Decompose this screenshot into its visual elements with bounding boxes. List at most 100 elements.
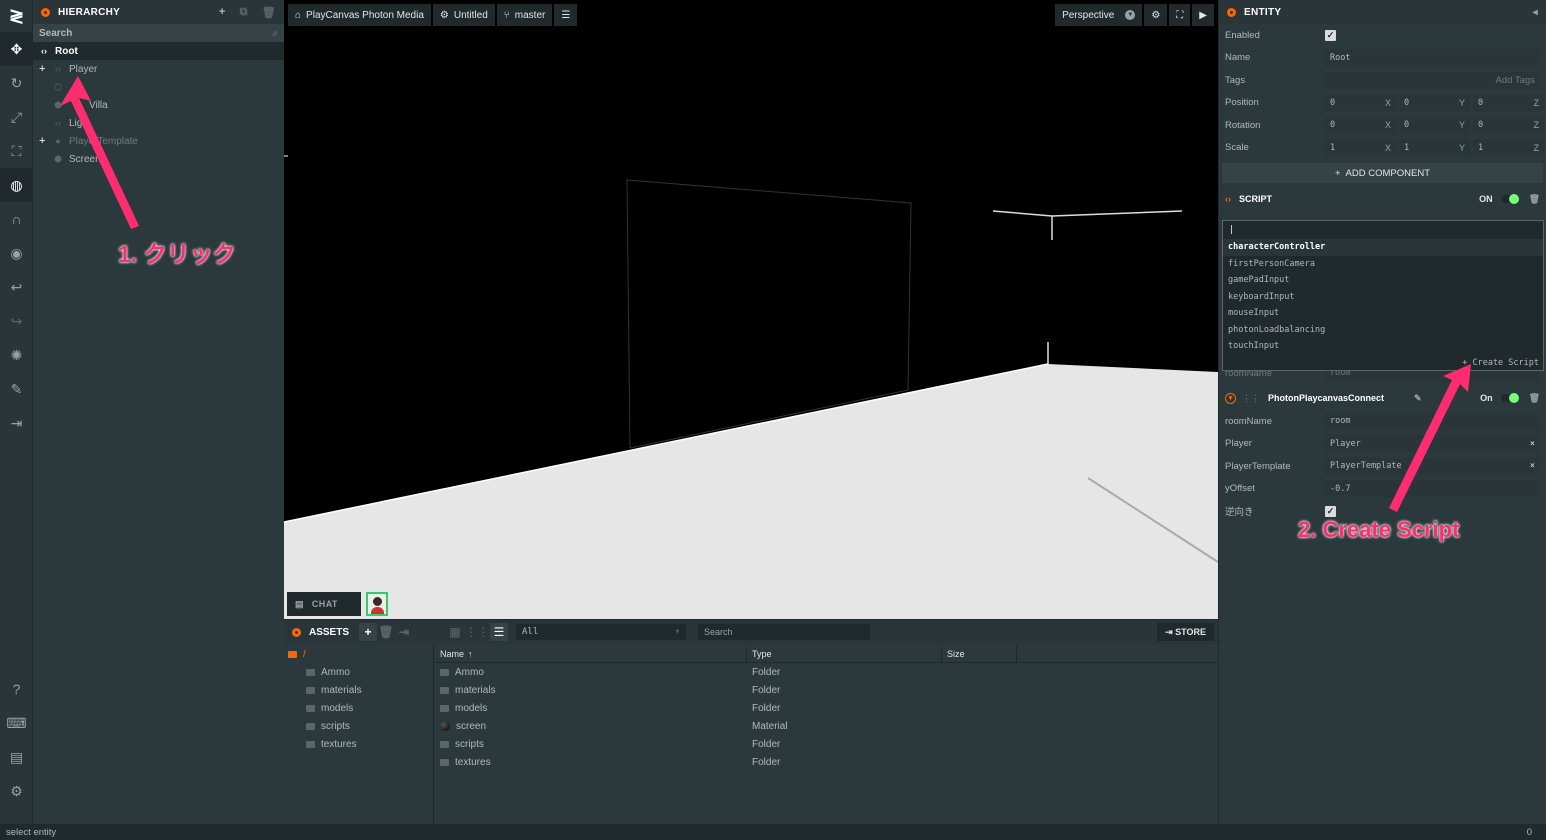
- magnet-icon[interactable]: ∩: [0, 202, 33, 236]
- edit-icon[interactable]: ✎: [0, 372, 33, 406]
- scale-y-field[interactable]: 1Y: [1399, 139, 1470, 157]
- table-row[interactable]: screen Material: [435, 717, 1218, 735]
- undo-icon[interactable]: ↩: [0, 270, 33, 304]
- dropdown-item[interactable]: firstPersonCamera: [1223, 256, 1543, 273]
- panel-collapse-icon[interactable]: [41, 7, 50, 17]
- table-row[interactable]: textures Folder: [435, 753, 1218, 771]
- rotation-z-field[interactable]: 0Z: [1473, 116, 1544, 134]
- position-y-field[interactable]: 0Y: [1399, 94, 1470, 112]
- tree-item-playertemplate[interactable]: + ● PlayerTemplate: [33, 132, 284, 150]
- duplicate-icon[interactable]: ⧉: [240, 6, 248, 19]
- collapse-arrow-icon[interactable]: ◂: [1533, 7, 1538, 18]
- name-field[interactable]: Root: [1325, 49, 1540, 67]
- script-search-input[interactable]: |: [1223, 221, 1543, 239]
- tree-item-villa[interactable]: ⬢ Villa: [33, 96, 284, 114]
- position-z-field[interactable]: 0Z: [1473, 94, 1544, 112]
- resize-icon[interactable]: ⛶: [0, 134, 33, 168]
- dropdown-item[interactable]: mouseInput: [1223, 305, 1543, 322]
- chat-icon[interactable]: ▤: [0, 740, 33, 774]
- add-entity-icon[interactable]: +: [219, 6, 226, 19]
- world-icon[interactable]: ◍: [0, 168, 33, 202]
- grid-large-icon[interactable]: ▦: [446, 623, 464, 641]
- hierarchy-search[interactable]: Search ⌕: [33, 24, 284, 42]
- camera-dropdown[interactable]: Perspective ▼: [1055, 4, 1143, 26]
- keyboard-icon[interactable]: ⌨: [0, 706, 33, 740]
- scale-x-field[interactable]: 1X: [1325, 139, 1396, 157]
- table-row[interactable]: scripts Folder: [435, 735, 1218, 753]
- folder-item[interactable]: models: [284, 699, 433, 717]
- settings-button[interactable]: ⚙: [1144, 4, 1168, 26]
- scene-viewport[interactable]: ⌂ PlayCanvas Photon Media ⚙ Untitled ⑂ mast…: [284, 0, 1218, 619]
- project-button[interactable]: ⌂ PlayCanvas Photon Media: [288, 4, 431, 26]
- tags-field[interactable]: Add Tags: [1325, 71, 1540, 89]
- list-view-icon[interactable]: ☰: [490, 623, 508, 641]
- delete-icon[interactable]: 🗑: [377, 623, 395, 641]
- folder-item[interactable]: Ammo: [284, 663, 433, 681]
- rotation-y-field[interactable]: 0Y: [1399, 116, 1470, 134]
- column-size[interactable]: Size: [942, 644, 1017, 663]
- column-type[interactable]: Type: [747, 644, 942, 663]
- panel-collapse-icon[interactable]: [1227, 7, 1236, 17]
- asset-search-input[interactable]: Search: [698, 624, 870, 640]
- attr-field[interactable]: PlayerTemplate ×: [1325, 457, 1540, 475]
- delete-icon[interactable]: 🗑: [1529, 194, 1540, 205]
- asset-type-filter[interactable]: All ▾: [516, 624, 686, 640]
- translate-icon[interactable]: ✥: [0, 32, 33, 66]
- expand-icon[interactable]: +: [39, 135, 45, 147]
- redo-icon[interactable]: ↪: [0, 304, 33, 338]
- folder-item[interactable]: materials: [284, 681, 433, 699]
- back-icon[interactable]: ⇥: [395, 623, 413, 641]
- column-name[interactable]: Name ↑: [435, 644, 747, 663]
- enabled-checkbox[interactable]: ✓: [1325, 29, 1336, 41]
- collapse-icon[interactable]: ▾: [1225, 392, 1236, 404]
- eye-icon[interactable]: ◉: [0, 236, 33, 270]
- drag-handle-icon[interactable]: ⋮⋮: [1242, 393, 1260, 404]
- folder-root[interactable]: /: [284, 645, 433, 663]
- add-component-button[interactable]: + ADD COMPONENT: [1222, 163, 1543, 183]
- panel-collapse-icon[interactable]: [292, 627, 301, 637]
- scale-icon[interactable]: ⤢: [0, 100, 33, 134]
- store-button[interactable]: ⇥ STORE: [1157, 623, 1214, 641]
- reverse-checkbox[interactable]: ✓: [1325, 505, 1336, 517]
- attr-field[interactable]: Player ×: [1325, 435, 1540, 453]
- tree-item-screen[interactable]: ⬢ Screen: [33, 150, 284, 168]
- attr-field[interactable]: room: [1325, 412, 1540, 430]
- branch-button[interactable]: ⑂ master: [496, 4, 553, 26]
- folder-item[interactable]: scripts: [284, 717, 433, 735]
- import-icon[interactable]: ⇥: [0, 406, 33, 440]
- settings-icon[interactable]: ⚙: [0, 774, 33, 808]
- help-icon[interactable]: ?: [0, 672, 33, 706]
- close-icon[interactable]: ×: [1530, 461, 1535, 471]
- tree-item-player[interactable]: + ‹› Player: [33, 60, 284, 78]
- launch-button[interactable]: ▶: [1192, 4, 1214, 26]
- component-toggle[interactable]: [1500, 393, 1519, 403]
- edit-icon[interactable]: ✎: [1414, 393, 1422, 404]
- dropdown-item[interactable]: touchInput: [1223, 338, 1543, 355]
- expand-icon[interactable]: +: [39, 63, 45, 75]
- position-x-field[interactable]: 0X: [1325, 94, 1396, 112]
- folder-item[interactable]: textures: [284, 735, 433, 753]
- tree-item-root[interactable]: ‹› Root: [33, 42, 284, 60]
- delete-icon[interactable]: 🗑: [262, 6, 276, 19]
- bulb-icon[interactable]: ✺: [0, 338, 33, 372]
- attr-field[interactable]: -0.7: [1325, 480, 1540, 498]
- dropdown-item[interactable]: keyboardInput: [1223, 289, 1543, 306]
- chat-button[interactable]: ▤ CHAT: [287, 592, 361, 616]
- grid-small-icon[interactable]: ⋮⋮: [465, 623, 489, 641]
- table-row[interactable]: models Folder: [435, 699, 1218, 717]
- scale-z-field[interactable]: 1Z: [1473, 139, 1544, 157]
- table-row[interactable]: materials Folder: [435, 681, 1218, 699]
- table-row[interactable]: Ammo Folder: [435, 663, 1218, 681]
- delete-icon[interactable]: 🗑: [1529, 393, 1540, 404]
- scene-button[interactable]: ⚙ Untitled: [432, 4, 495, 26]
- close-icon[interactable]: ×: [1530, 439, 1535, 449]
- add-asset-icon[interactable]: +: [359, 623, 378, 641]
- playcanvas-logo-icon[interactable]: ≷: [0, 0, 33, 32]
- script-toggle[interactable]: [1500, 194, 1519, 204]
- tree-item-light[interactable]: ‹› Ligh: [33, 114, 284, 132]
- tree-item-hidden[interactable]: ⬡: [33, 78, 284, 96]
- dropdown-item[interactable]: photonLoadbalancing: [1223, 322, 1543, 339]
- fullscreen-button[interactable]: ⛶: [1169, 4, 1191, 26]
- rotation-x-field[interactable]: 0X: [1325, 116, 1396, 134]
- dropdown-item[interactable]: gamePadInput: [1223, 272, 1543, 289]
